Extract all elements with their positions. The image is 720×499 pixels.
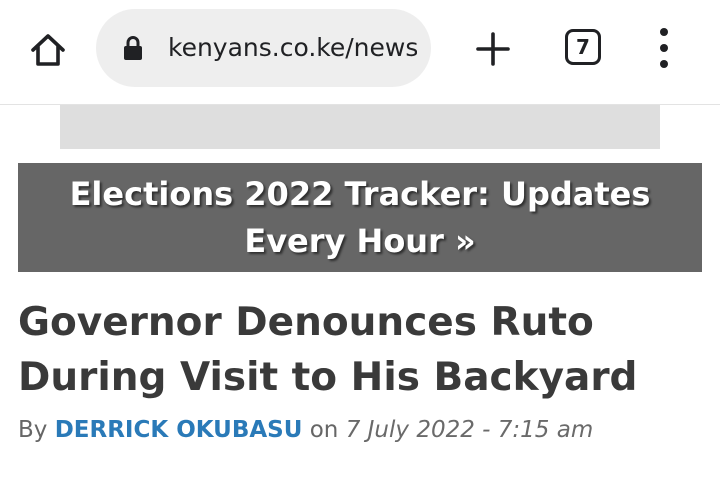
lock-icon	[124, 36, 142, 60]
author-link[interactable]: DERRICK OKUBASU	[55, 417, 303, 443]
kebab-menu-icon-dot	[660, 60, 668, 68]
ad-placeholder	[60, 105, 660, 149]
tracker-banner-text: Elections 2022 Tracker: Updates Every Ho…	[69, 174, 651, 260]
address-bar[interactable]: kenyans.co.ke/news/	[96, 9, 431, 87]
home-icon	[31, 34, 65, 66]
kebab-menu-icon-dot	[660, 44, 668, 52]
kebab-menu-icon-dot	[660, 28, 668, 36]
home-button[interactable]	[22, 24, 74, 76]
elections-tracker-banner[interactable]: Elections 2022 Tracker: Updates Every Ho…	[18, 163, 702, 272]
article-byline: By DERRICK OKUBASU on 7 July 2022 - 7:15…	[18, 414, 718, 446]
on-label: on	[309, 417, 339, 443]
new-tab-button[interactable]	[470, 26, 516, 72]
browser-menu-button[interactable]	[650, 28, 678, 68]
article-headline: Governor Denounces Ruto During Visit to …	[18, 300, 638, 400]
url-text: kenyans.co.ke/news/	[168, 33, 417, 62]
by-label: By	[18, 417, 48, 443]
tab-switcher-button[interactable]: 7	[565, 29, 601, 65]
browser-toolbar: kenyans.co.ke/news/ 7	[0, 0, 720, 105]
plus-icon	[476, 32, 510, 66]
tab-count: 7	[576, 35, 590, 59]
publish-date: 7 July 2022 - 7:15 am	[345, 417, 594, 443]
